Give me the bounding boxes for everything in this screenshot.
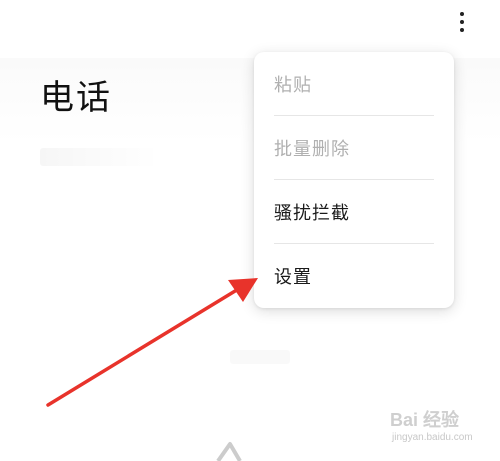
watermark-url: jingyan.baidu.com xyxy=(392,432,473,443)
watermark: Bai 经验 jingyan.baidu.com xyxy=(388,402,498,458)
partial-icon xyxy=(216,442,242,461)
watermark-brand: Bai 经验 xyxy=(390,410,460,430)
red-arrow-annotation xyxy=(46,278,258,407)
